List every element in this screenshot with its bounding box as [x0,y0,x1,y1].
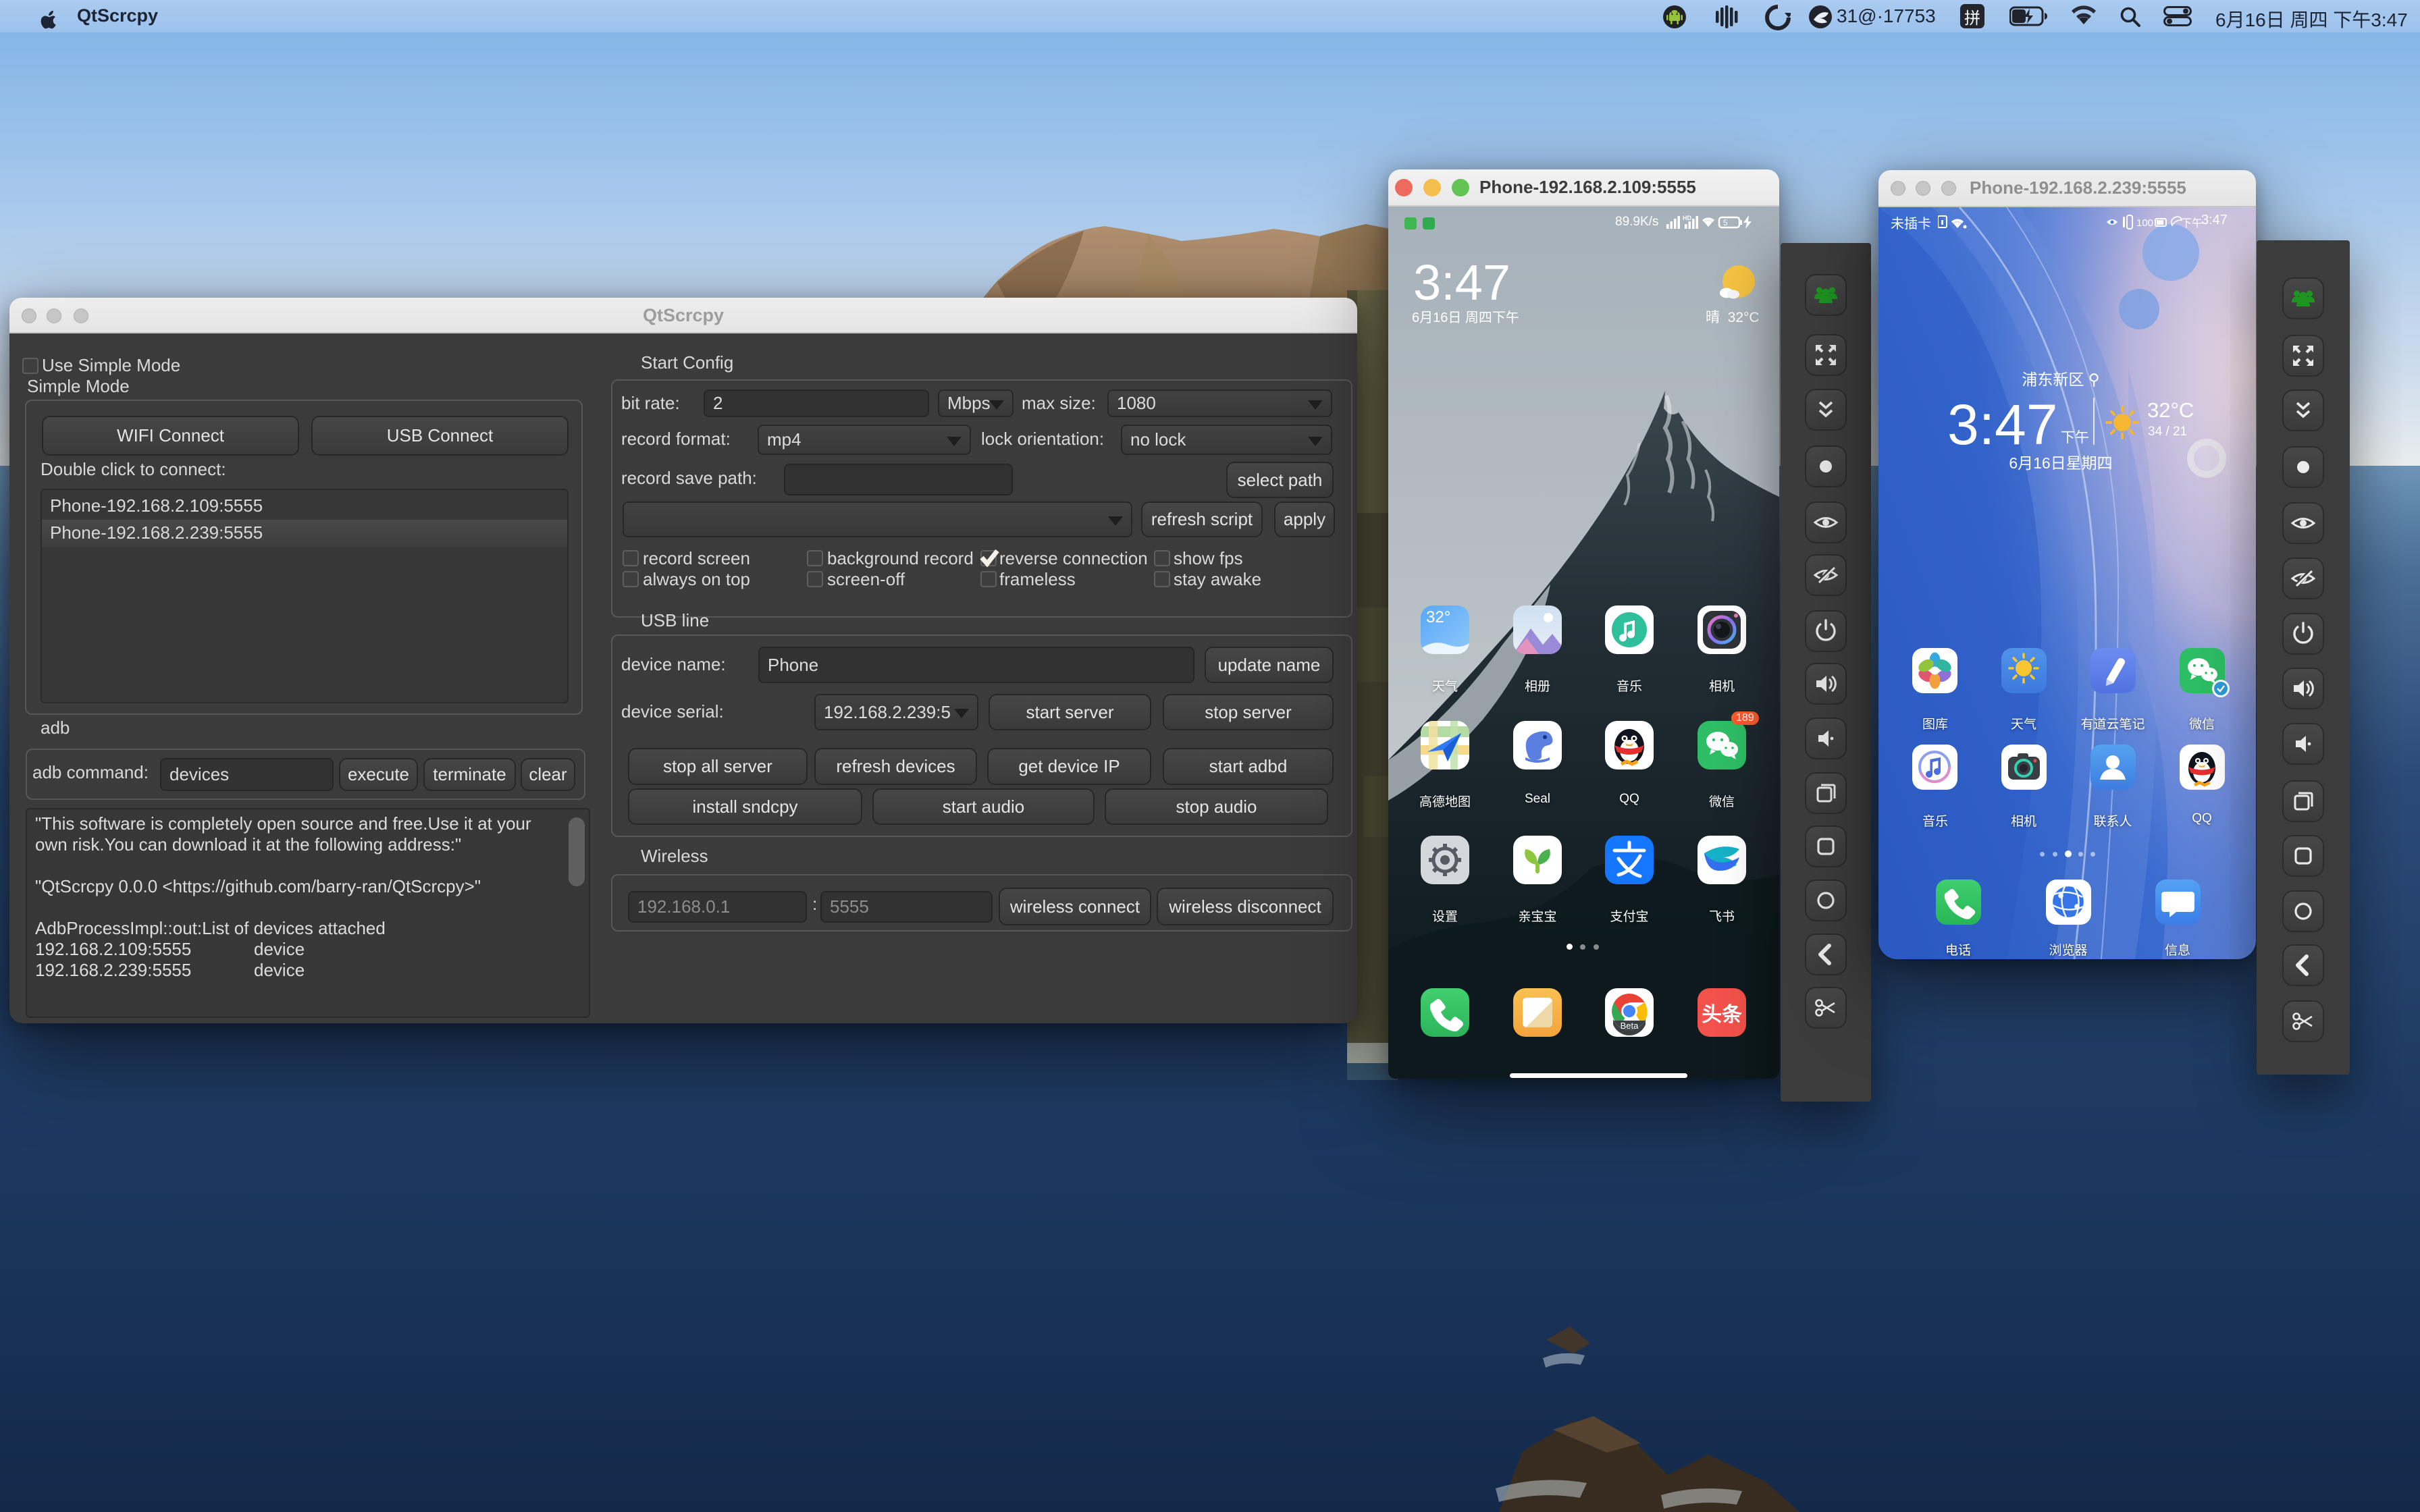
svg-text:HD: HD [1683,215,1691,221]
svg-text:100: 100 [2136,217,2153,229]
svg-text:Beta: Beta [1621,1021,1639,1031]
svg-text:5: 5 [1723,218,1728,227]
